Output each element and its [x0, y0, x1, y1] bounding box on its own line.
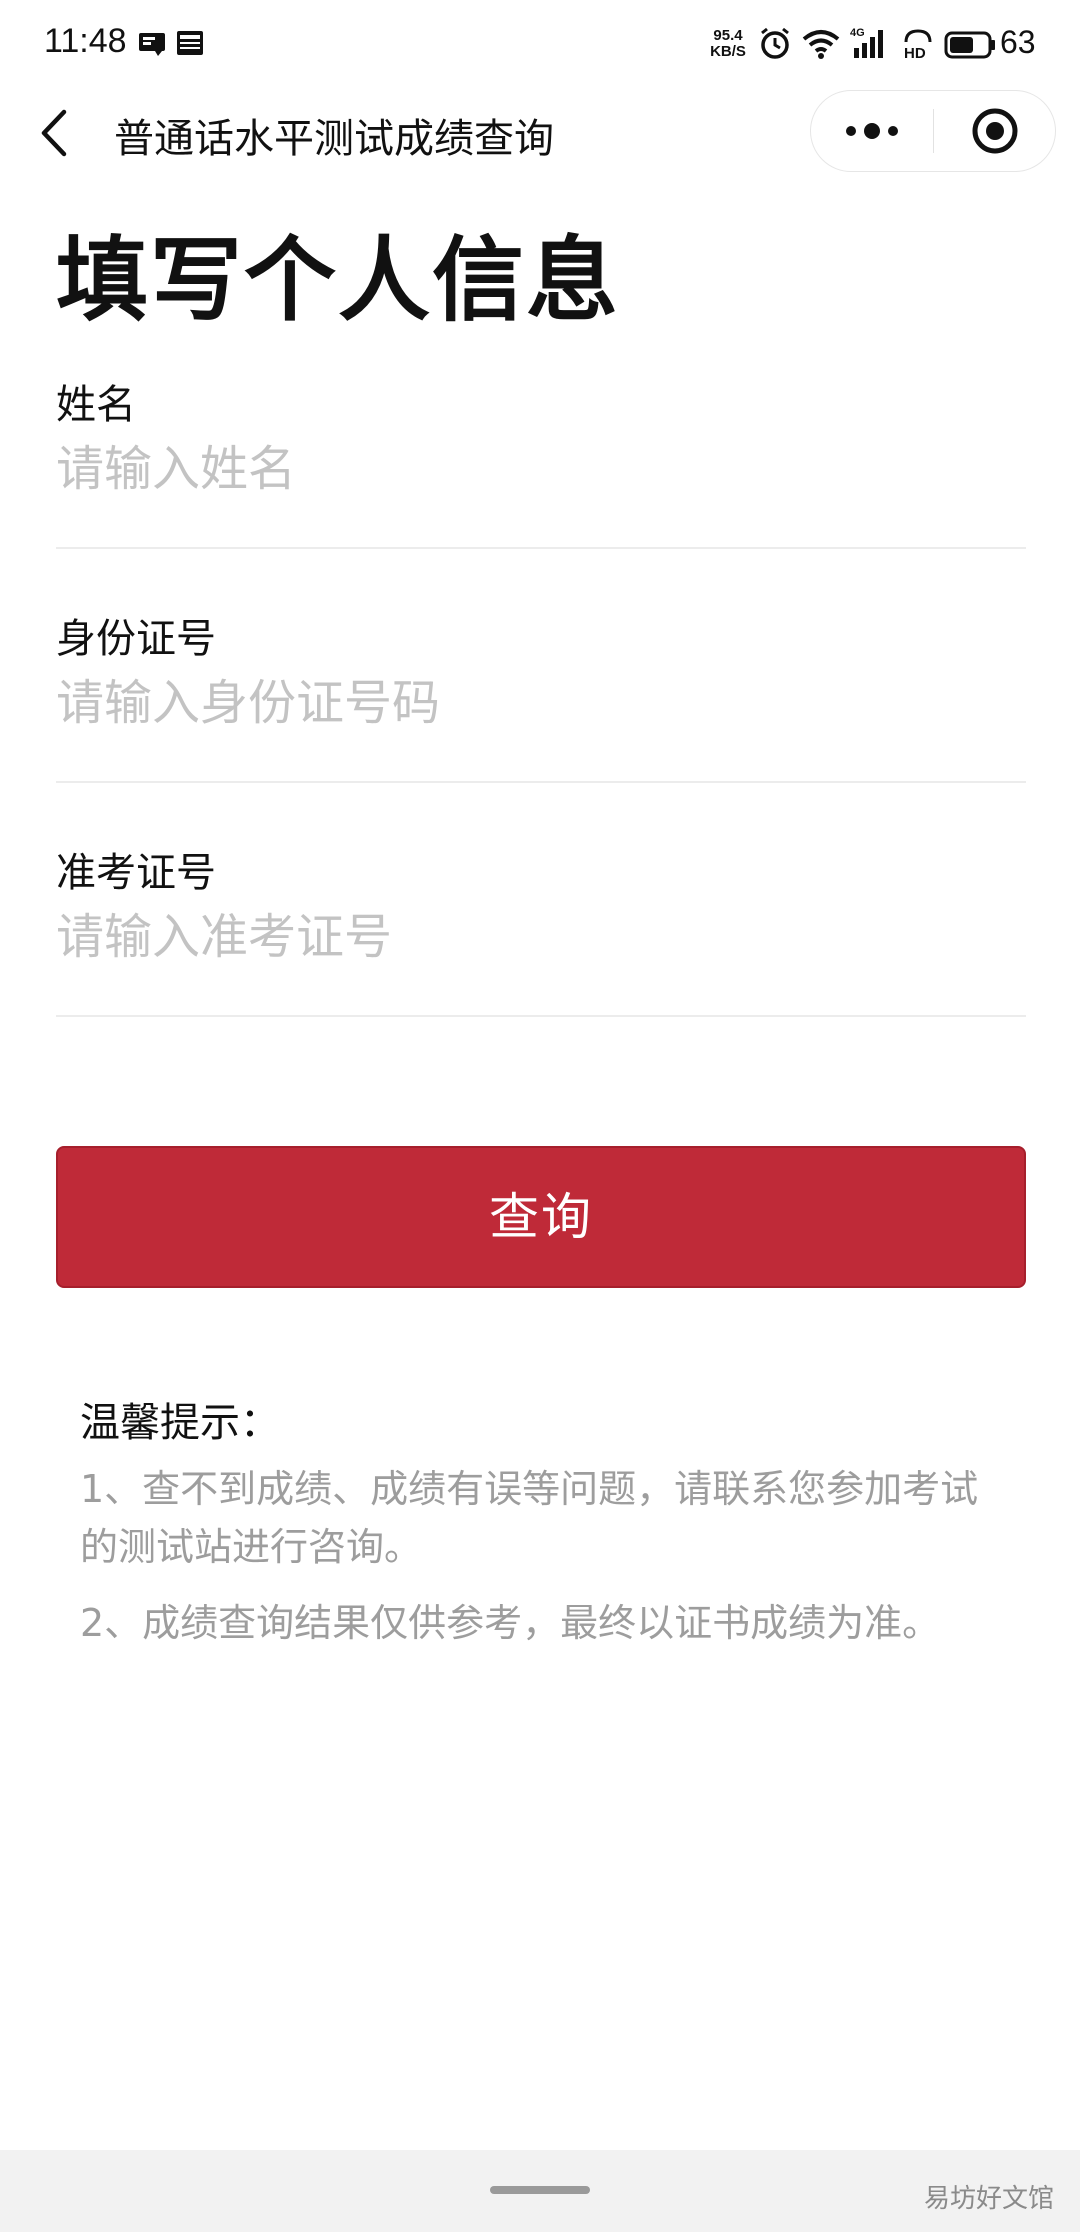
id-number-input[interactable] — [56, 668, 1026, 738]
battery-icon — [944, 31, 996, 63]
mini-program-capsule — [810, 90, 1056, 172]
hd-label: HD — [904, 45, 926, 60]
chevron-left-icon — [41, 109, 67, 157]
home-indicator[interactable] — [490, 2186, 590, 2194]
close-mini-program-button[interactable] — [935, 91, 1055, 171]
wifi-icon — [802, 28, 840, 64]
ticket-number-input[interactable] — [56, 902, 1026, 972]
more-button[interactable] — [811, 91, 933, 171]
news-icon — [176, 30, 204, 60]
net-speed-unit: KB/S — [710, 43, 746, 60]
ticket-number-divider — [56, 1015, 1026, 1017]
signal-icon: 4G — [850, 26, 892, 64]
alarm-icon — [758, 27, 792, 65]
watermark: 易坊好文馆 — [923, 2184, 1054, 2214]
ticket-number-label: 准考证号 — [56, 850, 216, 896]
battery-percent: 63 — [1000, 24, 1036, 60]
name-divider — [56, 547, 1026, 549]
hd-icon: HD — [902, 28, 934, 64]
status-bar: 11:48 95.4 KB/S 4G HD 63 — [0, 0, 1080, 92]
network-type-label: 4G — [850, 27, 865, 39]
more-dots-icon — [846, 123, 898, 139]
net-speed-value: 95.4 — [713, 27, 743, 44]
page-title: 填写个人信息 — [56, 227, 621, 334]
query-button[interactable]: 查询 — [56, 1146, 1026, 1288]
bottom-bar: 易坊好文馆 — [0, 2150, 1080, 2232]
net-speed-indicator: 95.4 KB/S — [708, 28, 748, 60]
tips-title: 温馨提示： — [80, 1400, 280, 1446]
notification-icon — [138, 32, 166, 60]
id-number-divider — [56, 781, 1026, 783]
tip-item: 2、成绩查询结果仅供参考，最终以证书成绩为准。 — [80, 1601, 941, 1645]
status-time: 11:48 — [44, 22, 127, 60]
capsule-divider — [933, 109, 934, 153]
id-number-label: 身份证号 — [56, 616, 216, 662]
back-button[interactable] — [36, 104, 76, 162]
tip-item: 1、查不到成绩、成绩有误等问题，请联系您参加考试的测试站进行咨询。 — [80, 1467, 979, 1569]
target-circle-icon — [972, 108, 1018, 154]
name-input[interactable] — [56, 434, 1026, 504]
nav-title: 普通话水平测试成绩查询 — [114, 116, 554, 162]
name-label: 姓名 — [56, 382, 136, 428]
tips-list: 1、查不到成绩、成绩有误等问题，请联系您参加考试的测试站进行咨询。 2、成绩查询… — [80, 1460, 1010, 1670]
